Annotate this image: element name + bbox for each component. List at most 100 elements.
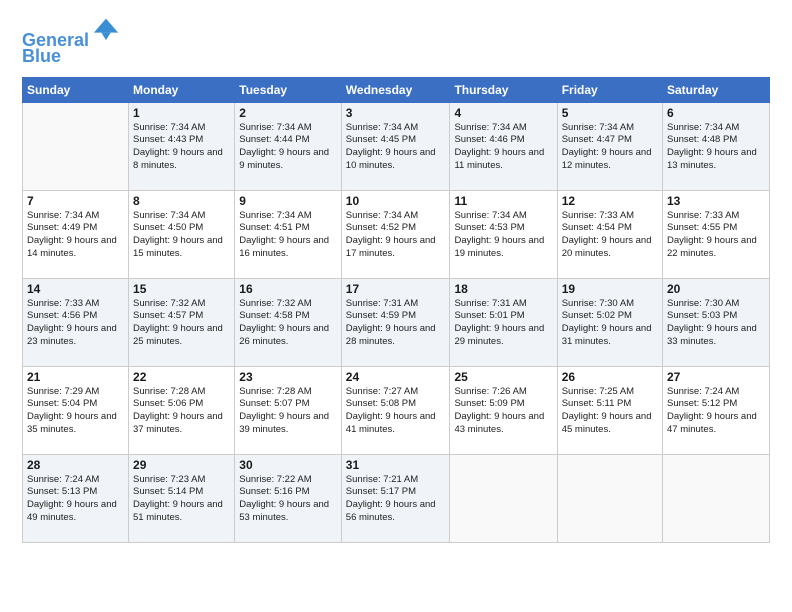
day-number: 19	[562, 282, 658, 296]
day-info: Sunrise: 7:23 AMSunset: 5:14 PMDaylight:…	[133, 474, 230, 525]
day-info: Sunrise: 7:34 AMSunset: 4:49 PMDaylight:…	[27, 210, 124, 261]
day-number: 13	[667, 194, 765, 208]
calendar-cell: 12 Sunrise: 7:33 AMSunset: 4:54 PMDayligh…	[557, 190, 662, 278]
day-number: 15	[133, 282, 230, 296]
day-info: Sunrise: 7:32 AMSunset: 4:57 PMDaylight:…	[133, 298, 230, 349]
day-number: 18	[454, 282, 552, 296]
day-number: 8	[133, 194, 230, 208]
day-info: Sunrise: 7:28 AMSunset: 5:07 PMDaylight:…	[239, 386, 337, 437]
day-number: 22	[133, 370, 230, 384]
calendar-cell: 4 Sunrise: 7:34 AMSunset: 4:46 PMDaylight…	[450, 102, 557, 190]
day-header-tuesday: Tuesday	[235, 77, 342, 102]
day-header-saturday: Saturday	[663, 77, 770, 102]
calendar-table: SundayMondayTuesdayWednesdayThursdayFrid…	[22, 77, 770, 543]
day-info: Sunrise: 7:33 AMSunset: 4:56 PMDaylight:…	[27, 298, 124, 349]
day-info: Sunrise: 7:34 AMSunset: 4:44 PMDaylight:…	[239, 122, 337, 173]
calendar-cell: 5 Sunrise: 7:34 AMSunset: 4:47 PMDaylight…	[557, 102, 662, 190]
day-header-sunday: Sunday	[23, 77, 129, 102]
day-number: 29	[133, 458, 230, 472]
day-info: Sunrise: 7:33 AMSunset: 4:54 PMDaylight:…	[562, 210, 658, 261]
calendar-cell: 24 Sunrise: 7:27 AMSunset: 5:08 PMDayligh…	[341, 366, 450, 454]
calendar-body: 1 Sunrise: 7:34 AMSunset: 4:43 PMDaylight…	[23, 102, 770, 542]
calendar-cell: 16 Sunrise: 7:32 AMSunset: 4:58 PMDayligh…	[235, 278, 342, 366]
calendar-cell: 18 Sunrise: 7:31 AMSunset: 5:01 PMDayligh…	[450, 278, 557, 366]
calendar-cell: 26 Sunrise: 7:25 AMSunset: 5:11 PMDayligh…	[557, 366, 662, 454]
day-number: 17	[346, 282, 446, 296]
day-header-friday: Friday	[557, 77, 662, 102]
calendar-cell: 29 Sunrise: 7:23 AMSunset: 5:14 PMDayligh…	[129, 454, 235, 542]
day-header-thursday: Thursday	[450, 77, 557, 102]
page: General Blue SundayMondayTuesdayWednesda…	[0, 0, 792, 612]
day-info: Sunrise: 7:34 AMSunset: 4:53 PMDaylight:…	[454, 210, 552, 261]
day-info: Sunrise: 7:25 AMSunset: 5:11 PMDaylight:…	[562, 386, 658, 437]
week-row-4: 21 Sunrise: 7:29 AMSunset: 5:04 PMDayligh…	[23, 366, 770, 454]
day-info: Sunrise: 7:26 AMSunset: 5:09 PMDaylight:…	[454, 386, 552, 437]
calendar-cell: 30Sunrise: 7:22 AMSunset: 5:16 PMDayligh…	[235, 454, 342, 542]
week-row-2: 7 Sunrise: 7:34 AMSunset: 4:49 PMDaylight…	[23, 190, 770, 278]
day-number: 2	[239, 106, 337, 120]
calendar-cell	[557, 454, 662, 542]
calendar-cell: 2 Sunrise: 7:34 AMSunset: 4:44 PMDaylight…	[235, 102, 342, 190]
day-number: 27	[667, 370, 765, 384]
day-info: Sunrise: 7:32 AMSunset: 4:58 PMDaylight:…	[239, 298, 337, 349]
calendar-cell: 13 Sunrise: 7:33 AMSunset: 4:55 PMDayligh…	[663, 190, 770, 278]
day-info: Sunrise: 7:34 AMSunset: 4:52 PMDaylight:…	[346, 210, 446, 261]
week-row-1: 1 Sunrise: 7:34 AMSunset: 4:43 PMDaylight…	[23, 102, 770, 190]
day-number: 1	[133, 106, 230, 120]
calendar-cell: 22Sunrise: 7:28 AMSunset: 5:06 PMDayligh…	[129, 366, 235, 454]
day-number: 31	[346, 458, 446, 472]
day-number: 4	[454, 106, 552, 120]
calendar-cell: 31Sunrise: 7:21 AMSunset: 5:17 PMDayligh…	[341, 454, 450, 542]
day-header-monday: Monday	[129, 77, 235, 102]
calendar-cell: 14Sunrise: 7:33 AMSunset: 4:56 PMDayligh…	[23, 278, 129, 366]
day-info: Sunrise: 7:34 AMSunset: 4:47 PMDaylight:…	[562, 122, 658, 173]
day-info: Sunrise: 7:34 AMSunset: 4:46 PMDaylight:…	[454, 122, 552, 173]
calendar-cell: 11 Sunrise: 7:34 AMSunset: 4:53 PMDayligh…	[450, 190, 557, 278]
header: General Blue	[22, 18, 770, 67]
day-info: Sunrise: 7:31 AMSunset: 4:59 PMDaylight:…	[346, 298, 446, 349]
day-number: 6	[667, 106, 765, 120]
logo: General Blue	[22, 18, 120, 67]
day-number: 3	[346, 106, 446, 120]
day-info: Sunrise: 7:30 AMSunset: 5:02 PMDaylight:…	[562, 298, 658, 349]
calendar-header: SundayMondayTuesdayWednesdayThursdayFrid…	[23, 77, 770, 102]
day-info: Sunrise: 7:34 AMSunset: 4:43 PMDaylight:…	[133, 122, 230, 173]
calendar-cell: 7 Sunrise: 7:34 AMSunset: 4:49 PMDaylight…	[23, 190, 129, 278]
day-info: Sunrise: 7:31 AMSunset: 5:01 PMDaylight:…	[454, 298, 552, 349]
calendar-cell: 17 Sunrise: 7:31 AMSunset: 4:59 PMDayligh…	[341, 278, 450, 366]
day-header-wednesday: Wednesday	[341, 77, 450, 102]
day-info: Sunrise: 7:27 AMSunset: 5:08 PMDaylight:…	[346, 386, 446, 437]
calendar-cell: 9Sunrise: 7:34 AMSunset: 4:51 PMDaylight…	[235, 190, 342, 278]
calendar-cell	[450, 454, 557, 542]
day-number: 10	[346, 194, 446, 208]
calendar-cell: 10 Sunrise: 7:34 AMSunset: 4:52 PMDayligh…	[341, 190, 450, 278]
calendar-cell	[23, 102, 129, 190]
calendar-cell: 28Sunrise: 7:24 AMSunset: 5:13 PMDayligh…	[23, 454, 129, 542]
day-number: 16	[239, 282, 337, 296]
day-info: Sunrise: 7:33 AMSunset: 4:55 PMDaylight:…	[667, 210, 765, 261]
day-info: Sunrise: 7:34 AMSunset: 4:48 PMDaylight:…	[667, 122, 765, 173]
day-info: Sunrise: 7:29 AMSunset: 5:04 PMDaylight:…	[27, 386, 124, 437]
calendar-cell: 15 Sunrise: 7:32 AMSunset: 4:57 PMDayligh…	[129, 278, 235, 366]
logo-icon	[92, 14, 120, 42]
calendar-cell	[663, 454, 770, 542]
day-number: 24	[346, 370, 446, 384]
day-number: 28	[27, 458, 124, 472]
calendar-cell: 20Sunrise: 7:30 AMSunset: 5:03 PMDayligh…	[663, 278, 770, 366]
day-number: 25	[454, 370, 552, 384]
calendar-cell: 6 Sunrise: 7:34 AMSunset: 4:48 PMDaylight…	[663, 102, 770, 190]
calendar-cell: 19 Sunrise: 7:30 AMSunset: 5:02 PMDayligh…	[557, 278, 662, 366]
day-number: 7	[27, 194, 124, 208]
calendar-cell: 8 Sunrise: 7:34 AMSunset: 4:50 PMDaylight…	[129, 190, 235, 278]
day-number: 5	[562, 106, 658, 120]
day-number: 21	[27, 370, 124, 384]
calendar-cell: 27Sunrise: 7:24 AMSunset: 5:12 PMDayligh…	[663, 366, 770, 454]
day-number: 23	[239, 370, 337, 384]
day-number: 12	[562, 194, 658, 208]
day-info: Sunrise: 7:34 AMSunset: 4:50 PMDaylight:…	[133, 210, 230, 261]
calendar-cell: 23 Sunrise: 7:28 AMSunset: 5:07 PMDayligh…	[235, 366, 342, 454]
day-number: 26	[562, 370, 658, 384]
day-info: Sunrise: 7:34 AMSunset: 4:45 PMDaylight:…	[346, 122, 446, 173]
day-number: 11	[454, 194, 552, 208]
week-row-5: 28Sunrise: 7:24 AMSunset: 5:13 PMDayligh…	[23, 454, 770, 542]
